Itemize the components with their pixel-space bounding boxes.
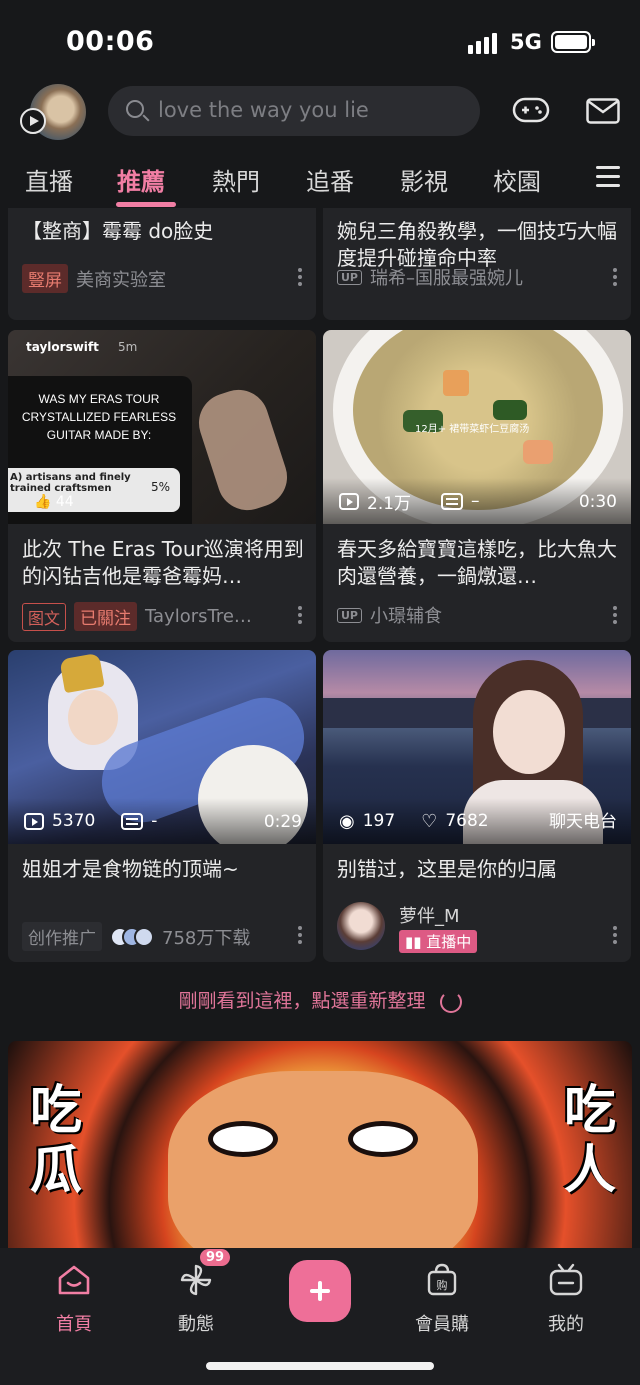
mail-icon[interactable]: [586, 98, 620, 124]
article-thumbnail: taylorswift 5m WAS MY ERAS TOUR CRYSTALL…: [8, 330, 316, 524]
likes-count: 44: [55, 494, 74, 510]
vertical-tag: 豎屏: [22, 264, 68, 293]
article-card[interactable]: taylorswift 5m WAS MY ERAS TOUR CRYSTALL…: [8, 330, 316, 642]
more-options-icon[interactable]: [613, 606, 617, 624]
create-button[interactable]: [289, 1260, 351, 1322]
more-options-icon[interactable]: [298, 606, 302, 624]
view-count: 2.1万: [367, 493, 412, 514]
more-options-icon[interactable]: [613, 268, 617, 286]
danmaku-count: –: [471, 491, 480, 511]
watcher-count: 197: [362, 811, 396, 831]
more-options-icon[interactable]: [613, 926, 617, 944]
video-thumbnail: 5370 - 0:29: [8, 650, 316, 844]
thumb-option: A) artisans and finely trained craftsmen: [10, 472, 131, 494]
refresh-icon: [439, 990, 462, 1013]
author-name: 美商实验室: [76, 269, 166, 291]
danmaku-count: -: [151, 811, 158, 831]
feed: 【整商】霉霉 do脸史 豎屏 美商实验室 婉兒三角殺教學，一個技巧大幅度提升碰撞…: [0, 208, 640, 1248]
eye-icon: ◉: [339, 810, 355, 832]
menu-icon[interactable]: [596, 166, 620, 188]
svg-text:购: 购: [437, 1278, 448, 1292]
live-badge: ▮▮ 直播中: [399, 930, 478, 953]
network-type: 5G: [510, 30, 542, 54]
tab-campus[interactable]: 校園: [493, 162, 541, 197]
video-title: 春天多給寶寶這樣吃，比大魚大肉還營養，一鍋燉還…: [337, 537, 617, 588]
streamer-avatar[interactable]: [337, 902, 385, 950]
tab-live[interactable]: 直播: [25, 162, 73, 197]
view-count: 5370: [52, 811, 96, 831]
video-duration: 0:29: [263, 812, 302, 832]
nav-me[interactable]: 我的: [526, 1310, 606, 1336]
tab-movies[interactable]: 影視: [400, 162, 448, 197]
video-thumbnail: 12月+ 裙带菜虾仁豆腐汤 2.1万 – 0:30: [323, 330, 631, 524]
battery-icon: [551, 31, 595, 53]
thumb-caption: 12月+ 裙带菜虾仁豆腐汤: [415, 424, 530, 435]
active-tab-indicator: [116, 202, 176, 207]
video-duration: 0:30: [578, 492, 617, 512]
download-count: 758万下载: [162, 927, 251, 949]
video-card[interactable]: 【整商】霉霉 do脸史 豎屏 美商实验室: [8, 208, 316, 320]
danmaku-icon: [121, 812, 144, 830]
status-bar: 00:06 5G: [0, 0, 640, 84]
category-tabs: 直播 推薦 熱門 追番 影視 校園: [0, 150, 640, 207]
video-card[interactable]: 婉兒三角殺教學，一個技巧大幅度提升碰撞命中率 UP 瑞希–国服最强婉儿: [323, 208, 631, 320]
author-name: 瑞希–国服最强婉儿: [370, 268, 523, 289]
tab-popular[interactable]: 熱門: [212, 162, 260, 197]
promo-tag: 创作推广: [22, 922, 102, 951]
up-badge: UP: [337, 607, 362, 623]
app-icons: [110, 926, 154, 947]
refresh-text: 剛剛看到這裡，點選重新整理: [178, 990, 426, 1012]
signal-icon: [468, 30, 497, 54]
video-title: 【整商】霉霉 do脸史: [22, 219, 214, 243]
home-icon: [58, 1265, 90, 1295]
big-card-left-text: 吃瓜: [30, 1081, 83, 1201]
author-name: 小璟辅食: [370, 606, 442, 627]
streamer-name: 萝伴_M: [399, 906, 460, 927]
tab-anime[interactable]: 追番: [306, 162, 354, 197]
search-icon: [126, 100, 144, 118]
article-tag: 图文: [22, 602, 67, 631]
home-indicator[interactable]: [206, 1362, 434, 1370]
video-title: 姐姐才是食物链的顶端~: [22, 857, 239, 881]
more-options-icon[interactable]: [298, 926, 302, 944]
play-icon: [20, 108, 46, 134]
tv-icon: [549, 1263, 583, 1296]
play-count-icon: [24, 812, 44, 830]
live-title: 别错过，这里是你的归属: [337, 857, 557, 881]
user-avatar-button[interactable]: [20, 84, 86, 140]
nav-dynamic[interactable]: 動態: [156, 1310, 236, 1336]
tab-recommended[interactable]: 推薦: [117, 162, 165, 197]
clock: 00:06: [66, 26, 155, 57]
thumb-caption: WAS MY ERAS TOUR CRYSTALLIZED FEARLESS G…: [21, 392, 177, 442]
author-name: TaylorsTre…: [145, 606, 252, 627]
thumb-username: taylorswift: [26, 340, 99, 354]
gamepad-icon[interactable]: [512, 96, 550, 124]
nav-shop[interactable]: 會員購: [402, 1310, 482, 1336]
following-tag: 已關注: [74, 602, 138, 631]
like-count: 7682: [445, 811, 489, 831]
big-card-right-text: 吃人: [564, 1081, 617, 1201]
notification-badge: 99: [200, 1249, 231, 1266]
nav-home[interactable]: 首頁: [34, 1310, 114, 1336]
live-category: 聊天电台: [549, 812, 617, 832]
up-badge: UP: [337, 269, 362, 285]
live-card[interactable]: ◉ 197 ♡ 7682 聊天电台 别错过，这里是你的归属 萝伴_M ▮▮ 直播中: [323, 650, 631, 962]
search-bar[interactable]: love the way you lie: [108, 86, 480, 136]
like-icon: ♡: [421, 810, 438, 832]
article-title: 此次 The Eras Tour巡演将用到的闪钻吉他是霉爸霉妈…: [22, 537, 304, 588]
danmaku-icon: [441, 492, 464, 510]
video-card[interactable]: 12月+ 裙带菜虾仁豆腐汤 2.1万 – 0:30 春天多給寶寶這樣吃，比大魚大…: [323, 330, 631, 642]
more-options-icon[interactable]: [298, 268, 302, 286]
video-card[interactable]: 5370 - 0:29 姐姐才是食物链的顶端~ 创作推广 758万下载: [8, 650, 316, 962]
thumb-time: 5m: [118, 340, 138, 354]
pinwheel-icon: [180, 1264, 212, 1296]
refresh-prompt[interactable]: 剛剛看到這裡，點選重新整理: [0, 986, 640, 1013]
live-thumbnail: ◉ 197 ♡ 7682 聊天电台: [323, 650, 631, 844]
large-video-card[interactable]: 吃瓜 吃人: [8, 1041, 632, 1248]
thumb-percent: 5%: [151, 480, 171, 494]
search-placeholder: love the way you lie: [158, 98, 369, 122]
play-count-icon: [339, 492, 359, 510]
shopping-bag-icon: 购: [427, 1263, 457, 1296]
